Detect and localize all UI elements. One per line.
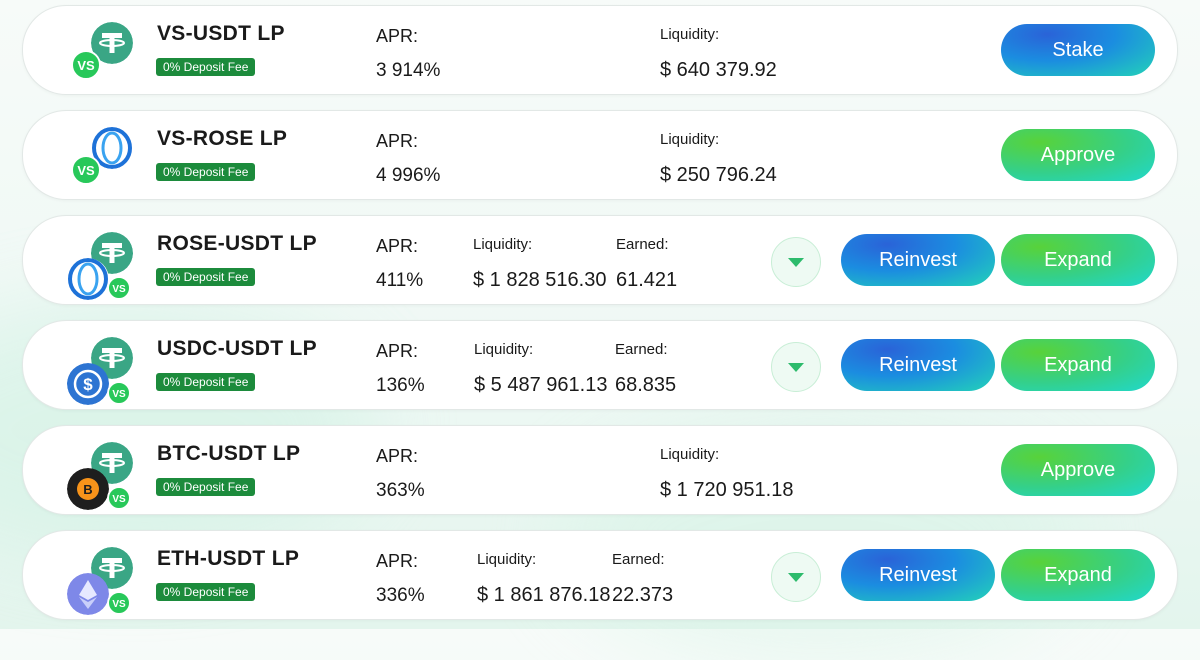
svg-text:VS: VS (112, 284, 126, 295)
expand-button[interactable]: Expand (1001, 549, 1155, 601)
pool-row: VS VS-USDT LP 0% Deposit Fee APR: 3 914%… (22, 5, 1178, 95)
pool-row: B VS BTC-USDT LP 0% Deposit Fee APR: 363… (22, 425, 1178, 515)
liquidity-label: Liquidity: (660, 26, 720, 43)
eth-icon (67, 573, 109, 615)
svg-text:VS: VS (112, 389, 126, 400)
apr-value: 3 914% (376, 60, 441, 81)
pool-name: VS-USDT LP (157, 22, 285, 45)
vs-icon: VS (107, 381, 131, 405)
pool-row: VS VS-ROSE LP 0% Deposit Fee APR: 4 996%… (22, 110, 1178, 200)
pool-name: BTC-USDT LP (157, 442, 301, 465)
expand-toggle[interactable] (771, 237, 821, 287)
pool-icon-group: $ VS (67, 335, 137, 405)
usdc-icon: $ (67, 363, 109, 405)
vs-icon: VS (107, 486, 131, 510)
svg-text:VS: VS (112, 494, 126, 505)
apr-value: 411% (376, 270, 424, 291)
vs-icon: VS (107, 591, 131, 615)
pool-name: ETH-USDT LP (157, 547, 300, 570)
vs-icon: VS (71, 155, 101, 185)
apr-value: 136% (376, 375, 425, 396)
vs-icon: VS (107, 276, 131, 300)
deposit-fee-badge: 0% Deposit Fee (156, 373, 256, 391)
deposit-fee-badge: 0% Deposit Fee (156, 163, 256, 181)
apr-label: APR: (376, 341, 419, 361)
apr-label: APR: (376, 131, 419, 151)
liquidity-value: $ 1 828 516.30 (473, 269, 607, 291)
svg-text:B: B (83, 482, 92, 497)
chevron-down-icon (788, 257, 804, 267)
apr-label: APR: (376, 26, 419, 46)
reinvest-button[interactable]: Reinvest (841, 234, 995, 286)
liquidity-value: $ 640 379.92 (660, 59, 777, 81)
pool-row: $ VS USDC-USDT LP 0% Deposit Fee APR: 13… (22, 320, 1178, 410)
stake-button[interactable]: Stake (1001, 24, 1155, 76)
apr-value: 363% (376, 480, 425, 501)
liquidity-value: $ 1 861 876.18 (477, 584, 611, 606)
pool-name: ROSE-USDT LP (157, 232, 317, 255)
expand-toggle[interactable] (771, 552, 821, 602)
svg-text:VS: VS (77, 163, 95, 178)
deposit-fee-badge: 0% Deposit Fee (156, 583, 256, 601)
liquidity-value: $ 1 720 951.18 (660, 479, 794, 501)
reinvest-button[interactable]: Reinvest (841, 549, 995, 601)
apr-value: 336% (376, 585, 425, 606)
earned-label: Earned: (616, 236, 669, 253)
chevron-down-icon (788, 572, 804, 582)
vs-icon: VS (71, 50, 101, 80)
earned-label: Earned: (615, 341, 668, 358)
earned-value: 61.421 (616, 269, 678, 291)
svg-text:$: $ (83, 375, 93, 394)
pool-icon-group: VS (67, 20, 137, 84)
liquidity-value: $ 5 487 961.13 (474, 374, 608, 396)
expand-toggle[interactable] (771, 342, 821, 392)
earned-value: 68.835 (615, 374, 677, 396)
liquidity-label: Liquidity: (473, 236, 533, 253)
pool-row: VS ROSE-USDT LP 0% Deposit Fee APR: 411%… (22, 215, 1178, 305)
deposit-fee-badge: 0% Deposit Fee (156, 58, 256, 76)
apr-value: 4 996% (376, 165, 441, 186)
rose-icon (67, 258, 109, 300)
liquidity-value: $ 250 796.24 (660, 164, 777, 186)
expand-button[interactable]: Expand (1001, 234, 1155, 286)
pool-name: USDC-USDT LP (157, 337, 317, 360)
chevron-down-icon (788, 362, 804, 372)
liquidity-label: Liquidity: (660, 446, 720, 463)
pool-icon-group: VS (67, 230, 137, 300)
deposit-fee-badge: 0% Deposit Fee (156, 268, 256, 286)
apr-label: APR: (376, 446, 419, 466)
reinvest-button[interactable]: Reinvest (841, 339, 995, 391)
pool-icon-group: VS (67, 125, 137, 189)
deposit-fee-badge: 0% Deposit Fee (156, 478, 256, 496)
btc-icon: B (67, 468, 109, 510)
earned-value: 22.373 (612, 584, 674, 606)
apr-label: APR: (376, 551, 419, 571)
svg-text:VS: VS (77, 58, 95, 73)
liquidity-label: Liquidity: (660, 131, 720, 148)
svg-text:VS: VS (112, 599, 126, 610)
approve-button[interactable]: Approve (1001, 129, 1155, 181)
liquidity-label: Liquidity: (474, 341, 534, 358)
pool-name: VS-ROSE LP (157, 127, 288, 150)
expand-button[interactable]: Expand (1001, 339, 1155, 391)
pool-icon-group: VS (67, 545, 137, 615)
approve-button[interactable]: Approve (1001, 444, 1155, 496)
apr-label: APR: (376, 236, 419, 256)
earned-label: Earned: (612, 551, 665, 568)
pool-icon-group: B VS (67, 440, 137, 510)
pool-row: VS ETH-USDT LP 0% Deposit Fee APR: 336% … (22, 530, 1178, 620)
liquidity-label: Liquidity: (477, 551, 537, 568)
